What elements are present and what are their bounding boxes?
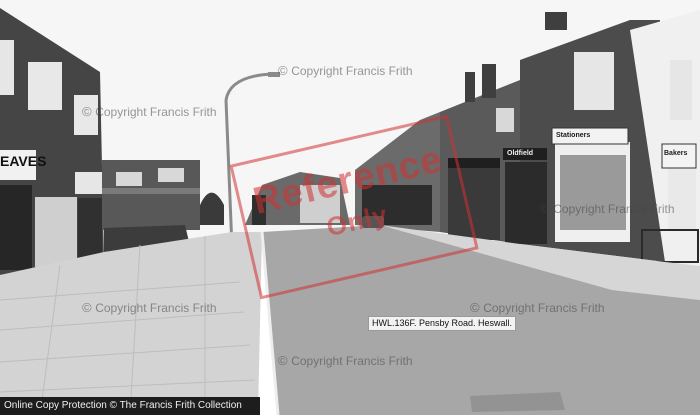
photo-caption: HWL.136F. Pensby Road. Heswall. xyxy=(368,316,516,331)
shop-sign-right-1: Oldfield xyxy=(507,150,534,157)
copyright-watermark: © Copyright Francis Frith xyxy=(540,201,675,216)
copyright-watermark: © Copyright Francis Frith xyxy=(278,63,413,78)
shop-sign-left: EAVES xyxy=(0,153,47,169)
photo-frame: EAVES Oldfield Stationers Bakers © Copyr… xyxy=(0,0,700,415)
shop-sign-right-2: Stationers xyxy=(556,132,591,139)
shop-sign-right-3: Bakers xyxy=(664,150,688,157)
copyright-watermark: © Copyright Francis Frith xyxy=(82,300,217,315)
copy-protection-footer: Online Copy Protection © The Francis Fri… xyxy=(0,397,260,415)
copyright-watermark: © Copyright Francis Frith xyxy=(470,300,605,315)
copyright-watermark: © Copyright Francis Frith xyxy=(278,353,413,368)
mid-left-building xyxy=(102,160,200,252)
copyright-watermark: © Copyright Francis Frith xyxy=(82,104,217,119)
